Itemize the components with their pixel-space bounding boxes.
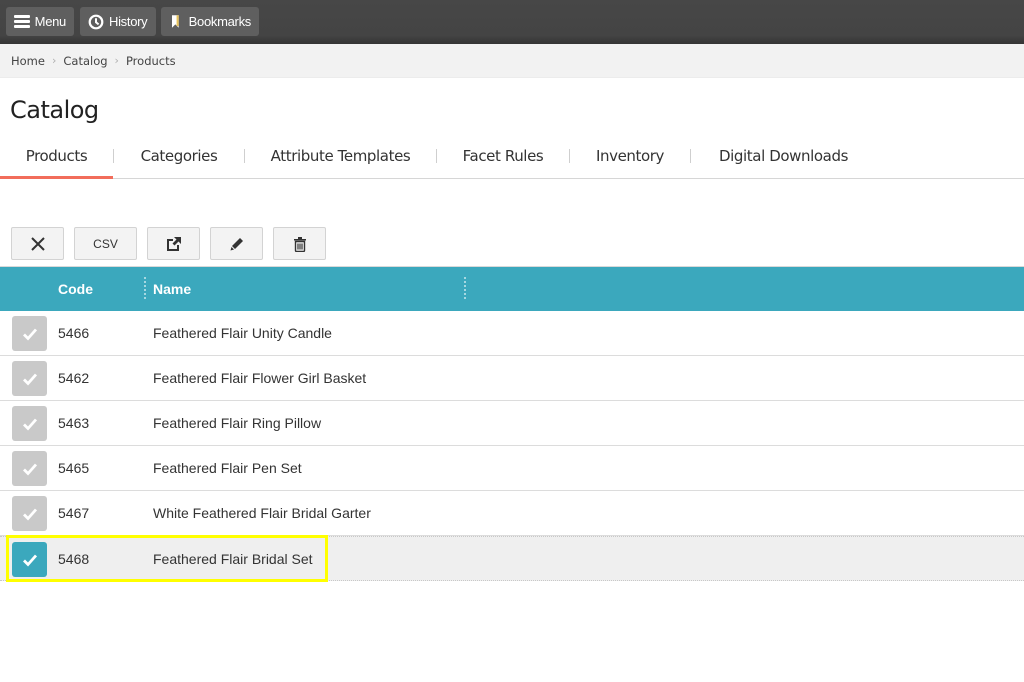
bookmark-icon bbox=[172, 15, 179, 28]
table-row[interactable]: 5463 Feathered Flair Ring Pillow bbox=[0, 401, 1024, 446]
cell-name: Feathered Flair Unity Candle bbox=[153, 325, 332, 341]
column-resize-handle[interactable] bbox=[464, 277, 466, 299]
cell-code: 5463 bbox=[58, 415, 90, 431]
page-title: Catalog bbox=[10, 96, 99, 124]
pencil-icon bbox=[230, 237, 243, 250]
breadcrumb-catalog[interactable]: Catalog bbox=[63, 54, 107, 68]
checkmark-icon bbox=[22, 508, 37, 521]
menu-button-label: Menu bbox=[34, 14, 67, 29]
delete-button[interactable] bbox=[273, 227, 326, 260]
external-link-icon bbox=[166, 236, 181, 251]
history-button[interactable]: History bbox=[80, 7, 156, 36]
table-row-selected[interactable]: 5468 Feathered Flair Bridal Set bbox=[0, 536, 1024, 581]
trash-icon bbox=[293, 236, 306, 252]
cell-name: Feathered Flair Flower Girl Basket bbox=[153, 370, 367, 386]
tab-inventory[interactable]: Inventory bbox=[570, 136, 690, 178]
checkmark-icon bbox=[22, 418, 37, 431]
column-header-name[interactable]: Name bbox=[153, 267, 191, 311]
grid-header: Code Name bbox=[0, 266, 1024, 311]
top-bar: Menu History Bookmarks bbox=[0, 0, 1024, 44]
cell-code: 5462 bbox=[58, 370, 90, 386]
cell-code: 5466 bbox=[58, 325, 90, 341]
clock-icon bbox=[88, 14, 104, 29]
row-checkbox[interactable] bbox=[12, 406, 47, 441]
tab-facet-rules[interactable]: Facet Rules bbox=[437, 136, 569, 178]
table-row[interactable]: 5462 Feathered Flair Flower Girl Basket bbox=[0, 356, 1024, 401]
row-checkbox[interactable] bbox=[12, 496, 47, 531]
cell-code: 5468 bbox=[58, 551, 90, 567]
cell-code: 5465 bbox=[58, 460, 90, 476]
column-header-code[interactable]: Code bbox=[58, 267, 93, 311]
tab-attribute-templates[interactable]: Attribute Templates bbox=[245, 136, 436, 178]
column-resize-handle[interactable] bbox=[144, 277, 146, 299]
edit-button[interactable] bbox=[210, 227, 263, 260]
breadcrumb-home[interactable]: Home bbox=[11, 54, 45, 68]
tab-categories[interactable]: Categories bbox=[114, 136, 244, 178]
bookmarks-button-label: Bookmarks bbox=[188, 14, 252, 29]
tab-products[interactable]: Products bbox=[0, 136, 113, 179]
row-checkbox[interactable] bbox=[12, 316, 47, 351]
checkmark-icon bbox=[22, 328, 37, 341]
menu-button[interactable]: Menu bbox=[6, 7, 74, 36]
cell-name: Feathered Flair Pen Set bbox=[153, 460, 302, 476]
table-row[interactable]: 5467 White Feathered Flair Bridal Garter bbox=[0, 491, 1024, 536]
grid-toolbar: CSV bbox=[11, 227, 326, 260]
history-button-label: History bbox=[109, 14, 148, 29]
hamburger-icon bbox=[14, 15, 30, 28]
checkmark-icon bbox=[22, 554, 37, 567]
bookmarks-button[interactable]: Bookmarks bbox=[161, 7, 259, 36]
clear-selection-button[interactable] bbox=[11, 227, 64, 260]
csv-button[interactable]: CSV bbox=[74, 227, 137, 260]
breadcrumb-products[interactable]: Products bbox=[126, 54, 176, 68]
row-checkbox[interactable] bbox=[12, 361, 47, 396]
table-row[interactable]: 5465 Feathered Flair Pen Set bbox=[0, 446, 1024, 491]
table-row[interactable]: 5466 Feathered Flair Unity Candle bbox=[0, 311, 1024, 356]
tab-bar: Products Categories Attribute Templates … bbox=[0, 136, 1024, 179]
breadcrumb: Home › Catalog › Products bbox=[0, 44, 1024, 78]
chevron-right-icon: › bbox=[114, 54, 119, 67]
cell-name: Feathered Flair Ring Pillow bbox=[153, 415, 322, 431]
cell-name: Feathered Flair Bridal Set bbox=[153, 551, 313, 567]
export-button[interactable] bbox=[147, 227, 200, 260]
row-checkbox-checked[interactable] bbox=[12, 542, 47, 577]
checkmark-icon bbox=[22, 463, 37, 476]
cell-name: White Feathered Flair Bridal Garter bbox=[153, 505, 371, 521]
checkmark-icon bbox=[22, 373, 37, 386]
row-checkbox[interactable] bbox=[12, 451, 47, 486]
close-icon bbox=[30, 236, 45, 251]
chevron-right-icon: › bbox=[51, 54, 57, 67]
tab-digital-downloads[interactable]: Digital Downloads bbox=[691, 136, 876, 178]
cell-code: 5467 bbox=[58, 505, 90, 521]
products-grid: Code Name 5466 Feathered Flair Unity Can… bbox=[0, 266, 1024, 581]
